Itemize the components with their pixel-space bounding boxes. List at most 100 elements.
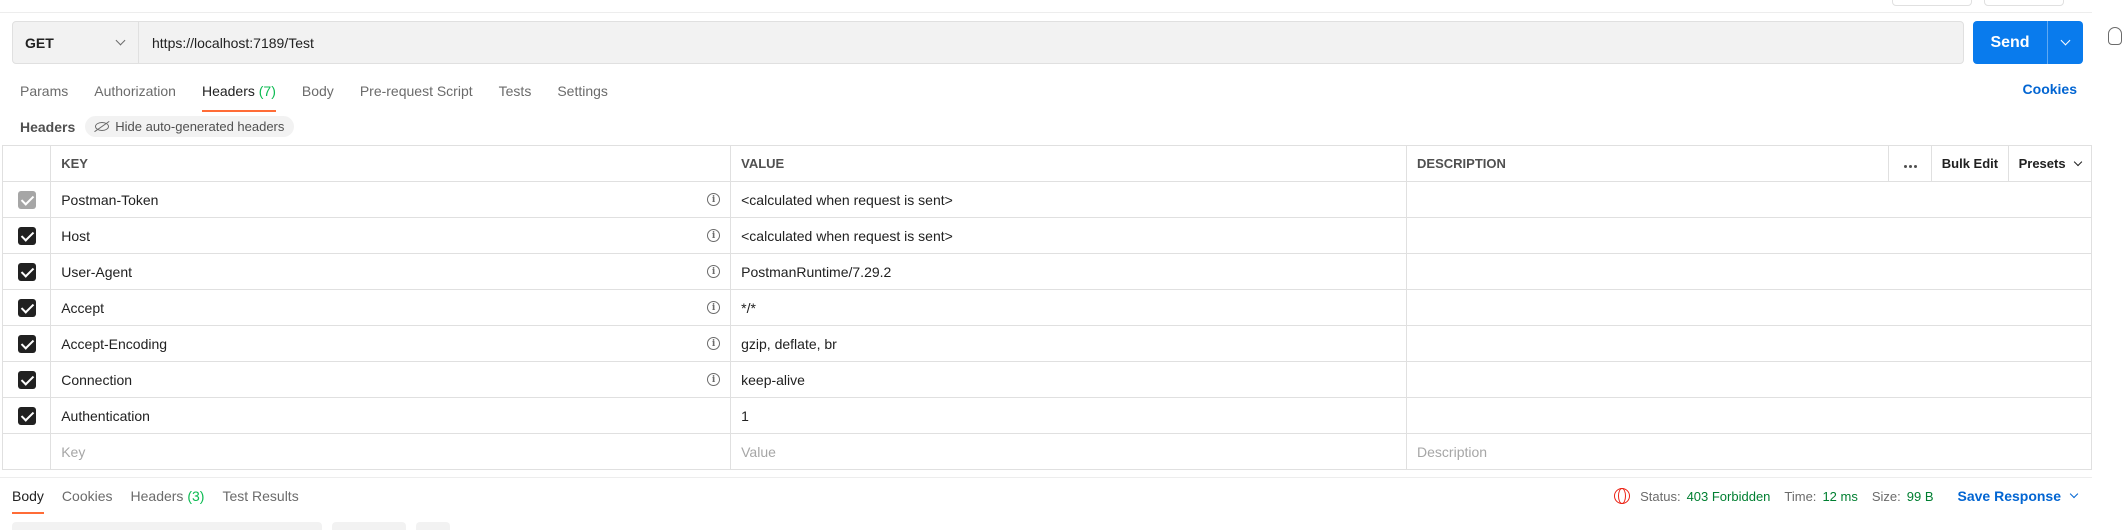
- row-checkbox-cell: [1, 217, 52, 254]
- new-value-input[interactable]: Value: [730, 433, 1408, 470]
- info-icon[interactable]: i: [707, 193, 721, 206]
- row-checkbox[interactable]: [17, 370, 36, 389]
- eye-off-icon: [95, 122, 110, 131]
- tab-headers[interactable]: Headers (7): [201, 80, 276, 112]
- description-cell[interactable]: [1406, 181, 2092, 218]
- description-cell[interactable]: [1406, 253, 2092, 290]
- headers-title: Headers: [20, 118, 76, 135]
- key-cell[interactable]: User-Agent i: [50, 253, 732, 290]
- value-cell[interactable]: keep-alive: [730, 361, 1408, 398]
- method-dropdown[interactable]: GET: [13, 22, 139, 63]
- description-cell[interactable]: [1406, 325, 2092, 362]
- info-icon[interactable]: i: [707, 337, 721, 350]
- tab-label: Tests: [498, 83, 532, 99]
- send-options-button[interactable]: [2048, 35, 2083, 46]
- row-checkbox[interactable]: [17, 226, 36, 245]
- status-value[interactable]: 403 Forbidden: [1687, 489, 1771, 504]
- new-key-input[interactable]: Key: [50, 433, 732, 470]
- format-toggle-partial[interactable]: [12, 522, 322, 530]
- tab-count: (3): [187, 488, 205, 504]
- presets-label: Presets: [2018, 156, 2066, 171]
- toolbar-button-partial-2[interactable]: [1984, 0, 2064, 6]
- res-tab-cookies[interactable]: Cookies: [62, 486, 113, 514]
- tab-label: Authorization: [94, 83, 176, 99]
- info-icon[interactable]: i: [707, 265, 721, 278]
- description-cell[interactable]: [1406, 397, 2092, 434]
- save-response-button[interactable]: Save Response: [1957, 488, 2079, 504]
- tab-label: Body: [301, 83, 334, 99]
- value-cell[interactable]: PostmanRuntime/7.29.2: [730, 253, 1408, 290]
- tab-body[interactable]: Body: [302, 80, 334, 112]
- tab-label: Test Results: [222, 488, 299, 504]
- tab-count: (7): [258, 83, 276, 99]
- res-tab-test-results[interactable]: Test Results: [222, 486, 298, 514]
- key-text: Connection: [61, 371, 133, 388]
- key-column-header: KEY: [50, 145, 732, 182]
- table-header-row: KEY VALUE DESCRIPTION Bulk Edit Presets: [1, 145, 2093, 182]
- key-cell[interactable]: Authentication: [50, 397, 732, 434]
- method-label: GET: [25, 34, 54, 51]
- key-cell[interactable]: Host i: [50, 217, 732, 254]
- row-checkbox[interactable]: [17, 262, 36, 281]
- value-cell[interactable]: <calculated when request is sent>: [730, 217, 1408, 254]
- tab-authorization[interactable]: Authorization: [94, 80, 176, 112]
- tab-params[interactable]: Params: [20, 80, 68, 112]
- url-input[interactable]: https://localhost:7189/Test: [139, 35, 314, 51]
- info-icon[interactable]: i: [707, 301, 721, 314]
- tab-tests[interactable]: Tests: [499, 80, 532, 112]
- value-cell[interactable]: 1: [730, 397, 1408, 434]
- tab-pre-request-script[interactable]: Pre-request Script: [360, 80, 473, 112]
- row-checkbox[interactable]: [17, 406, 36, 425]
- lightbulb-icon[interactable]: [2108, 27, 2122, 45]
- toolbar-button-partial[interactable]: [1892, 0, 1972, 6]
- bulk-edit-button[interactable]: Bulk Edit: [1931, 145, 2009, 182]
- response-toolbar-partial: [12, 522, 450, 530]
- more-options-button[interactable]: [1888, 145, 1933, 182]
- row-checkbox-disabled: [17, 190, 36, 209]
- wrap-button-partial[interactable]: [416, 522, 450, 530]
- size-value[interactable]: 99 B: [1907, 489, 1934, 504]
- table-row: Postman-Token i <calculated when request …: [1, 181, 2092, 218]
- chevron-down-icon: [115, 35, 126, 46]
- time-value[interactable]: 12 ms: [1822, 489, 1857, 504]
- globe-error-icon[interactable]: [1614, 488, 1631, 504]
- send-button[interactable]: Send: [1973, 21, 2083, 64]
- key-text: Accept-Encoding: [61, 335, 168, 352]
- row-checkbox-cell: [1, 361, 52, 398]
- headers-table: KEY VALUE DESCRIPTION Bulk Edit Presets …: [1, 145, 2093, 470]
- cookies-link[interactable]: Cookies: [2023, 81, 2077, 97]
- table-row: Accept i */*: [1, 289, 2092, 326]
- description-cell[interactable]: [1406, 217, 2092, 254]
- description-cell[interactable]: [1406, 289, 2092, 326]
- tab-label: Cookies: [61, 488, 113, 504]
- send-label: Send: [1990, 33, 2030, 51]
- key-cell[interactable]: Accept-Encoding i: [50, 325, 732, 362]
- format-dropdown-partial[interactable]: [332, 522, 406, 530]
- info-icon[interactable]: i: [707, 229, 721, 242]
- key-cell[interactable]: Postman-Token i: [50, 181, 732, 218]
- res-tab-body[interactable]: Body: [12, 486, 44, 514]
- row-checkbox-cell: [1, 397, 52, 434]
- value-cell[interactable]: <calculated when request is sent>: [730, 181, 1408, 218]
- row-checkbox[interactable]: [17, 334, 36, 353]
- row-checkbox[interactable]: [17, 298, 36, 317]
- new-description-input[interactable]: Description: [1406, 433, 2092, 470]
- value-cell[interactable]: */*: [730, 289, 1408, 326]
- description-cell[interactable]: [1406, 361, 2092, 398]
- key-text: Host: [61, 227, 90, 244]
- table-row: Host i <calculated when request is sent>: [1, 217, 2092, 254]
- hide-auto-generated-button[interactable]: Hide auto-generated headers: [85, 116, 295, 137]
- response-meta: Status: 403 Forbidden Time: 12 ms Size: …: [1614, 488, 2079, 504]
- table-row: Connection i keep-alive: [1, 361, 2092, 398]
- response-divider[interactable]: [0, 477, 2092, 478]
- time-label: Time:: [1784, 488, 1817, 504]
- tab-settings[interactable]: Settings: [557, 80, 608, 112]
- info-icon[interactable]: i: [707, 373, 721, 386]
- row-checkbox-cell: [1, 325, 52, 362]
- presets-dropdown[interactable]: Presets: [2007, 145, 2093, 182]
- save-response-label: Save Response: [1957, 488, 2062, 504]
- key-cell[interactable]: Connection i: [50, 361, 732, 398]
- value-cell[interactable]: gzip, deflate, br: [730, 325, 1408, 362]
- res-tab-headers[interactable]: Headers (3): [131, 486, 205, 514]
- key-cell[interactable]: Accept i: [50, 289, 732, 326]
